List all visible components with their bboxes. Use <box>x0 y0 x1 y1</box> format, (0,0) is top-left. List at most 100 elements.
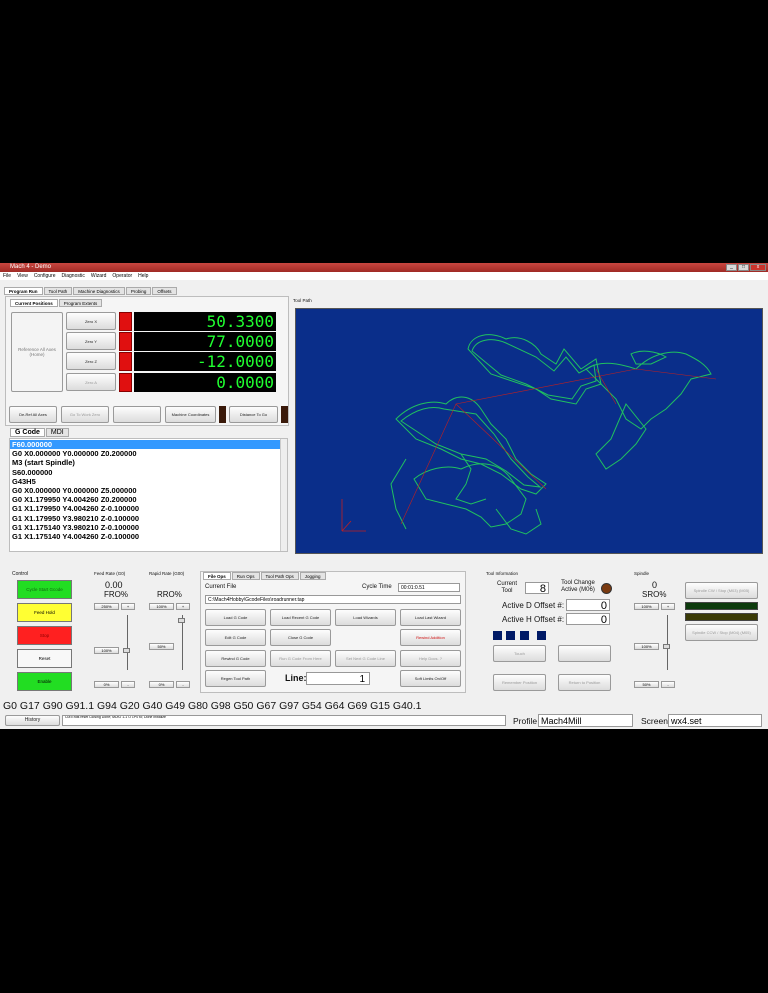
tab-probing[interactable]: Probing <box>125 287 152 295</box>
line-number-field[interactable]: 1 <box>306 672 370 685</box>
cycle-time-label: Cycle Time <box>362 584 392 590</box>
load-recent-gcode-button[interactable]: Load Recent G Code <box>270 609 331 626</box>
remember-position-button[interactable]: Remember Position <box>493 674 546 691</box>
tab-file-ops[interactable]: File Ops <box>203 572 231 580</box>
tab-current-positions[interactable]: Current Positions <box>10 299 58 307</box>
gcode-line[interactable]: M3 (start Spindle) <box>10 458 287 467</box>
sro-100b-button[interactable]: 100% <box>634 643 659 650</box>
fro-0-button[interactable]: 0% <box>94 681 119 688</box>
soft-limits-button[interactable]: Soft Limits On/Off <box>400 670 461 687</box>
gcode-line[interactable]: F60.000000 <box>10 440 287 450</box>
go-to-work-zero-button[interactable]: Go To Work Zero <box>61 406 109 423</box>
gcode-line[interactable]: G1 X1.175140 Y4.004260 Z-0.100000 <box>10 532 287 541</box>
close-gcode-button[interactable]: Close G Code <box>270 629 331 646</box>
cycle-start-button[interactable]: Cycle Start Gcode <box>17 580 72 599</box>
run-from-here-button[interactable]: Run G Code From Here <box>270 650 331 667</box>
help-docs-button[interactable]: Help Docs. ? <box>400 650 461 667</box>
menu-diagnostic[interactable]: Diagnostic <box>62 272 85 280</box>
sro-100-button[interactable]: 100% <box>634 603 659 610</box>
gcode-line[interactable]: G0 X0.000000 Y0.000000 Z0.200000 <box>10 449 287 458</box>
set-next-line-button[interactable]: Set Next G Code Line <box>335 650 396 667</box>
sro-50-button[interactable]: 50% <box>634 681 659 688</box>
spindle-cw-button[interactable]: Spindle CW / Stop (M03) (M05) <box>685 582 758 599</box>
menu-view[interactable]: View <box>17 272 28 280</box>
gcode-line[interactable]: G1 X1.179950 Y3.980210 Z-0.100000 <box>10 514 287 523</box>
gcode-line[interactable]: S60.000000 <box>10 468 287 477</box>
history-button[interactable]: History <box>5 715 60 726</box>
machine-coordinates-button[interactable]: Machine Coordinates <box>165 406 216 423</box>
rro-plus-button[interactable]: + <box>176 603 190 610</box>
tab-machine-diagnostics[interactable]: Machine Diagnostics <box>73 287 125 295</box>
rro-100-button[interactable]: 100% <box>149 603 174 610</box>
menu-configure[interactable]: Configure <box>34 272 56 280</box>
tab-jogging[interactable]: Jogging <box>299 572 326 580</box>
menu-operator[interactable]: Operator <box>112 272 132 280</box>
gcode-line[interactable]: G1 X1.175140 Y3.980210 Z-0.100000 <box>10 523 287 532</box>
fro-250-button[interactable]: 250% <box>94 603 119 610</box>
rro-50-button[interactable]: 50% <box>149 643 174 650</box>
spindle-ccw-button[interactable]: Spindle CCW / Stop (M04) (M05) <box>685 624 758 641</box>
reference-all-axes-button[interactable]: Reference All Axes (Home) <box>11 312 63 392</box>
gcode-list[interactable]: F60.000000 G0 X0.000000 Y0.000000 Z0.2000… <box>9 438 288 552</box>
load-last-wizard-button[interactable]: Load Last Wizard <box>400 609 461 626</box>
tab-program-run[interactable]: Program Run <box>4 287 43 295</box>
fro-plus-button[interactable]: + <box>121 603 135 610</box>
return-to-position-button[interactable]: Return to Position <box>558 674 611 691</box>
menu-file[interactable]: File <box>3 272 11 280</box>
rro-0-button[interactable]: 0% <box>149 681 174 688</box>
fro-slider-knob[interactable] <box>123 648 130 653</box>
sro-slider-knob[interactable] <box>663 644 670 649</box>
zero-x-button[interactable]: Zero X <box>66 312 116 330</box>
rro-minus-button[interactable]: - <box>176 681 190 688</box>
touch-button[interactable]: Touch <box>493 645 546 662</box>
spindle-value: 0 <box>652 580 658 590</box>
gcode-line[interactable]: G0 X0.000000 Y0.000000 Z5.000000 <box>10 486 287 495</box>
tab-tool-path[interactable]: Tool Path <box>43 287 73 295</box>
load-gcode-button[interactable]: Load G Code <box>205 609 266 626</box>
fro-minus-button[interactable]: - <box>121 681 135 688</box>
rewind-addition-button[interactable]: Rewind Addition <box>400 629 461 646</box>
tab-tool-path-ops[interactable]: Tool Path Ops <box>260 572 299 580</box>
stop-button[interactable]: Stop <box>17 626 72 645</box>
tab-gcode[interactable]: G Code <box>10 428 45 437</box>
sro-minus-button[interactable]: - <box>661 681 675 688</box>
tab-mdi[interactable]: MDI <box>45 428 69 437</box>
distance-to-go-button[interactable]: Distance To Go <box>229 406 278 423</box>
de-ref-all-axes-button[interactable]: De-Ref All Axes <box>9 406 57 423</box>
blank-button[interactable] <box>113 406 161 423</box>
rewind-gcode-button[interactable]: Rewind G Code <box>205 650 266 667</box>
maximize-button[interactable]: □ <box>738 264 749 271</box>
zero-y-button[interactable]: Zero Y <box>66 332 116 350</box>
enable-button[interactable]: Enable <box>17 672 72 691</box>
reset-button[interactable]: Reset <box>17 649 72 668</box>
zero-a-button[interactable]: Zero A <box>66 373 116 391</box>
blank-tool-button[interactable] <box>558 645 611 662</box>
menu-wizard[interactable]: Wizard <box>91 272 107 280</box>
load-wizards-button[interactable]: Load Wizards <box>335 609 396 626</box>
tab-run-ops[interactable]: Run Ops <box>231 572 260 580</box>
edit-gcode-button[interactable]: Edit G Code <box>205 629 266 646</box>
minimize-button[interactable]: _ <box>726 264 737 271</box>
sro-plus-button[interactable]: + <box>661 603 675 610</box>
close-button[interactable]: x <box>750 264 766 271</box>
tool-change-label: Tool Change Active (M06) <box>561 580 595 593</box>
y-axis-dro: 77.0000 <box>134 332 276 351</box>
gcode-scrollbar[interactable] <box>280 439 287 551</box>
gcode-line[interactable]: G0 X1.179950 Y4.004260 Z0.200000 <box>10 495 287 504</box>
z-axis-dro: -12.0000 <box>134 352 276 371</box>
window-title: Mach 4 - Demo <box>10 264 52 270</box>
fro-100-button[interactable]: 100% <box>94 647 119 654</box>
menu-help[interactable]: Help <box>138 272 148 280</box>
tab-offsets[interactable]: Offsets <box>152 287 177 295</box>
current-file-path: C:\Mach4Hobby\GcodeFiles\roadrunner.tap <box>205 595 461 604</box>
profile-label: Profile <box>513 716 538 726</box>
gcode-line[interactable]: G43H5 <box>10 477 287 486</box>
tool-path-view[interactable] <box>295 308 763 554</box>
feed-hold-button[interactable]: Feed Hold <box>17 603 72 622</box>
title-bar: Mach 4 - Demo _ □ x <box>0 263 768 272</box>
rro-slider-knob[interactable] <box>178 618 185 623</box>
gcode-line[interactable]: G1 X1.179950 Y4.004260 Z-0.100000 <box>10 504 287 513</box>
zero-z-button[interactable]: Zero Z <box>66 352 116 370</box>
tab-program-extents[interactable]: Program Extents <box>58 299 103 307</box>
regen-tool-path-button[interactable]: Regen Tool Path <box>205 670 266 687</box>
